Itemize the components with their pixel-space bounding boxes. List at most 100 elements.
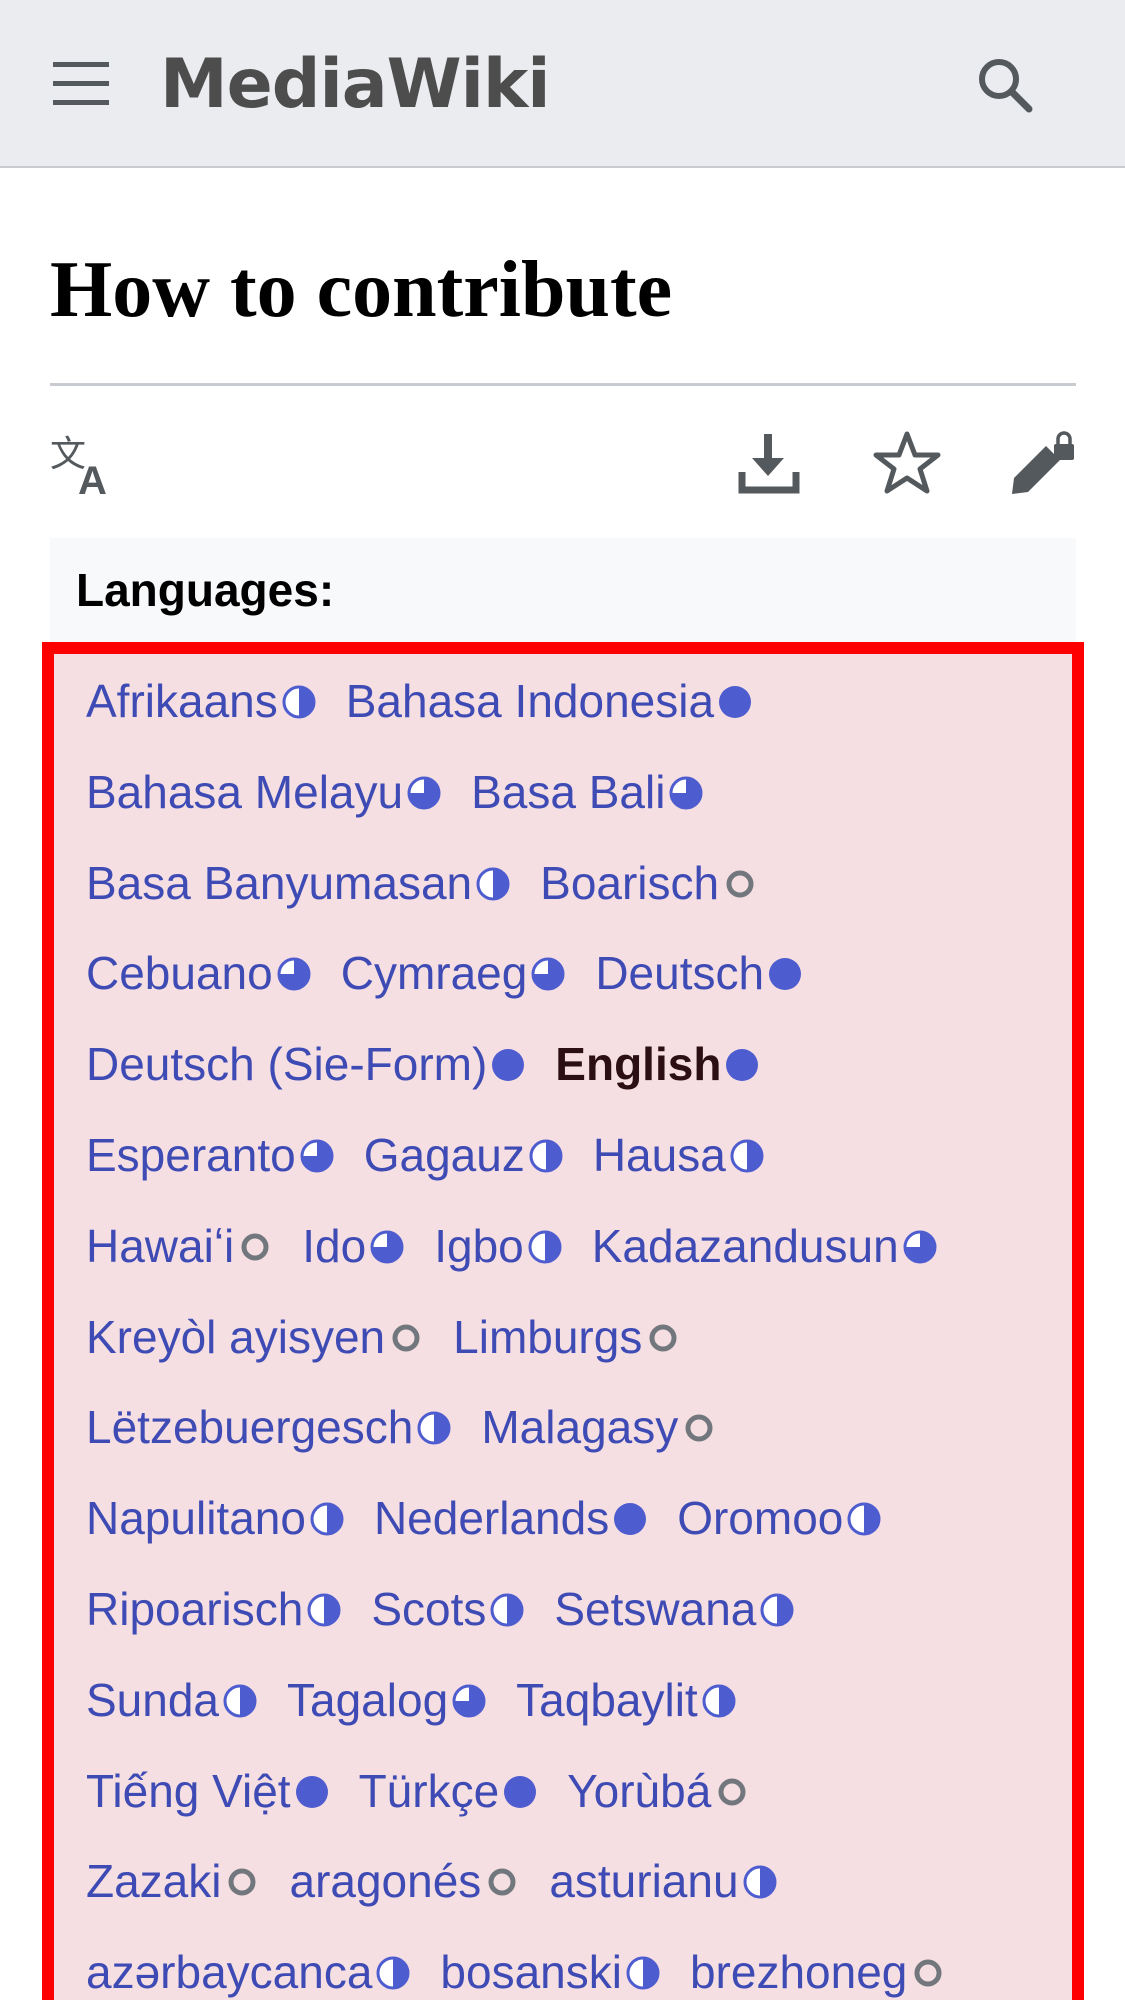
language-name: Deutsch (Sie-Form) <box>86 1038 488 1091</box>
language-link[interactable]: Cebuano <box>86 928 313 1019</box>
language-link[interactable]: Bahasa Indonesia <box>346 656 754 747</box>
language-name: aragonés <box>289 1855 482 1908</box>
language-row: Tiếng Việt Türkçe Yorùbá <box>86 1746 1076 1837</box>
language-link[interactable]: Yorùbá <box>567 1746 751 1837</box>
search-icon <box>979 59 1033 113</box>
language-link[interactable]: Cymraeg <box>341 928 568 1019</box>
language-link[interactable]: Kadazandusun <box>592 1201 939 1292</box>
language-link[interactable]: Ripoarisch <box>86 1564 343 1655</box>
language-name: Gagauz <box>363 1128 525 1181</box>
language-link[interactable]: Basa Bali <box>471 747 705 838</box>
translation-status-full-icon <box>726 1049 759 1082</box>
language-list: Afrikaans Bahasa Indonesia Bahasa Melayu Ba… <box>86 656 1076 2000</box>
translation-status-half-icon <box>743 1865 777 1899</box>
translation-status-empty-icon <box>488 1868 516 1896</box>
language-link[interactable]: Tiếng Việt <box>86 1746 331 1837</box>
hamburger-icon <box>53 62 109 105</box>
language-name: Limburgs <box>453 1310 643 1363</box>
language-name: Türkçe <box>358 1764 500 1817</box>
language-link[interactable]: brezhoneg <box>690 1927 947 2000</box>
download-button[interactable] <box>734 428 804 498</box>
languages-heading: Languages: <box>76 564 335 616</box>
site-logo[interactable]: MediaWiki <box>160 40 551 130</box>
language-link[interactable]: Basa Banyumasan <box>86 838 512 929</box>
translation-status-three-quarter-icon <box>531 957 565 991</box>
language-name: Basa Bali <box>471 765 666 818</box>
language-name: English <box>555 1038 722 1091</box>
language-name: Tagalog <box>287 1673 449 1726</box>
search-button[interactable] <box>972 52 1038 118</box>
svg-text:A: A <box>78 459 107 498</box>
language-link[interactable]: bosanski <box>440 1927 662 2000</box>
translation-status-half-icon <box>490 1593 524 1627</box>
language-name: Cebuano <box>86 947 273 1000</box>
language-link[interactable]: Türkçe <box>359 1746 540 1837</box>
translation-status-full-icon <box>614 1503 647 1536</box>
translation-status-half-icon <box>223 1684 257 1718</box>
translation-status-empty-icon <box>718 1778 746 1806</box>
language-name: Napulitano <box>86 1492 306 1545</box>
language-link[interactable]: Hausa <box>593 1110 766 1201</box>
language-name: Hausa <box>592 1128 726 1181</box>
language-link[interactable]: Afrikaans <box>86 656 318 747</box>
language-row: Deutsch (Sie-Form) English <box>86 1019 1076 1110</box>
translation-status-full-icon <box>492 1049 525 1082</box>
language-link[interactable]: Lëtzebuergesch <box>86 1382 453 1473</box>
language-link[interactable]: Esperanto <box>86 1110 336 1201</box>
language-link[interactable]: Zazaki <box>86 1836 261 1927</box>
language-link[interactable]: Sunda <box>86 1655 259 1746</box>
main-menu-button[interactable] <box>48 56 114 112</box>
translation-status-half-icon <box>529 1139 563 1173</box>
translation-status-half-icon <box>282 685 316 719</box>
language-link[interactable]: Taqbaylit <box>516 1655 738 1746</box>
language-row: Napulitano Nederlands Oromoo <box>86 1473 1076 1564</box>
language-name: Kadazandusun <box>591 1219 899 1272</box>
language-name: bosanski <box>440 1946 622 1999</box>
language-link[interactable]: Ido <box>302 1201 406 1292</box>
edit-button[interactable] <box>1008 428 1078 498</box>
translation-status-half-icon <box>626 1956 660 1990</box>
language-row: Ripoarisch Scots Setswana <box>86 1564 1076 1655</box>
language-row: azərbaycanca bosanski brezhoneg <box>86 1927 1076 2000</box>
language-link[interactable]: aragonés <box>289 1836 521 1927</box>
language-name: Tiếng Việt <box>86 1764 291 1817</box>
top-header: MediaWiki <box>0 0 1125 168</box>
translation-status-empty-icon <box>685 1414 713 1442</box>
language-link[interactable]: Malagasy <box>481 1382 718 1473</box>
language-name: Boarisch <box>540 856 720 909</box>
language-name: Zazaki <box>86 1855 222 1908</box>
language-link[interactable]: Setswana <box>554 1564 796 1655</box>
language-link[interactable]: Deutsch <box>595 928 804 1019</box>
edit-protected-icon <box>1012 431 1074 494</box>
language-link[interactable]: Hawaiʻi <box>86 1201 274 1292</box>
watch-button[interactable] <box>872 428 942 498</box>
language-link[interactable]: Napulitano <box>86 1473 346 1564</box>
language-link[interactable]: Boarisch <box>540 838 759 929</box>
language-link[interactable]: Limburgs <box>453 1292 682 1383</box>
language-name: azərbaycanca <box>86 1946 373 1999</box>
translation-status-empty-icon <box>228 1868 256 1896</box>
language-link[interactable]: azərbaycanca <box>86 1927 412 2000</box>
translation-status-full-icon <box>295 1775 328 1808</box>
translation-status-three-quarter-icon <box>669 776 703 810</box>
translation-status-half-icon <box>376 1956 410 1990</box>
language-link[interactable]: asturianu <box>549 1836 778 1927</box>
translation-status-half-icon <box>847 1502 881 1536</box>
language-link[interactable]: Oromoo <box>677 1473 883 1564</box>
language-name: asturianu <box>549 1855 739 1908</box>
language-link[interactable]: Kreyòl ayisyen <box>86 1292 425 1383</box>
title-divider <box>50 383 1076 386</box>
language-button[interactable]: 文 A <box>48 428 118 503</box>
language-link[interactable]: Nederlands <box>374 1473 649 1564</box>
language-link[interactable]: Scots <box>371 1564 526 1655</box>
language-link[interactable]: Tagalog <box>287 1655 488 1746</box>
current-language-item: English <box>555 1019 761 1110</box>
language-link[interactable]: Deutsch (Sie-Form) <box>86 1019 527 1110</box>
language-link[interactable]: Gagauz <box>364 1110 565 1201</box>
language-row: Afrikaans Bahasa Indonesia <box>86 656 1076 747</box>
language-link[interactable]: Bahasa Melayu <box>86 747 443 838</box>
language-link[interactable]: Igbo <box>434 1201 564 1292</box>
translation-status-half-icon <box>310 1502 344 1536</box>
language-row: Esperanto Gagauz Hausa <box>86 1110 1076 1201</box>
language-name: Ripoarisch <box>86 1582 304 1635</box>
